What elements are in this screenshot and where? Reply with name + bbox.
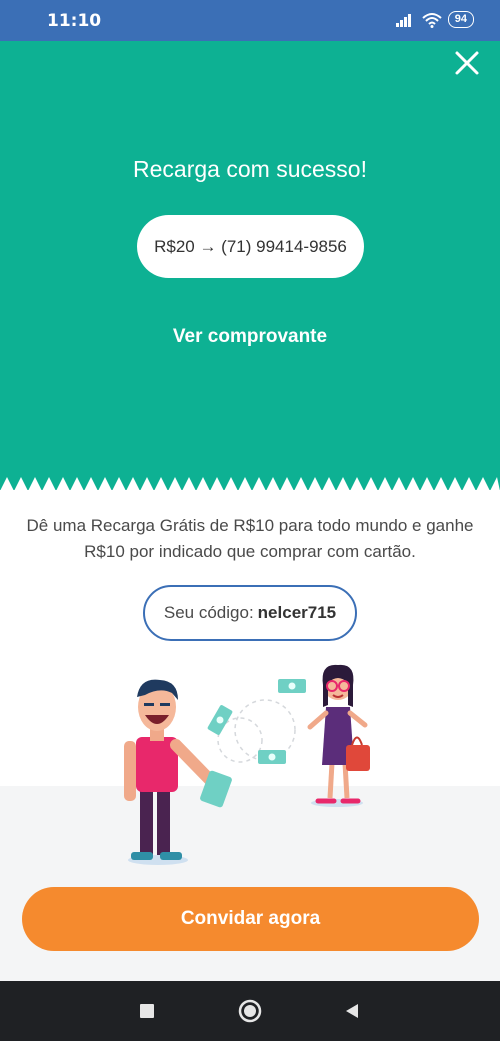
referral-code-label: Seu código:: [163, 603, 254, 622]
status-bar: 11:10 94: [0, 0, 500, 41]
success-title: Recarga com sucesso!: [133, 156, 367, 182]
referral-illustration: [124, 664, 370, 865]
signal-icon: [395, 13, 411, 27]
referral-text: Dê uma Recarga Grátis de R$10 para todo …: [26, 516, 474, 561]
wifi-icon: [422, 12, 442, 28]
man-figure: [124, 679, 232, 865]
recharge-summary: R$20 → (71) 99414-9856: [137, 215, 364, 278]
battery-icon: 94: [447, 11, 474, 28]
close-icon[interactable]: [454, 50, 480, 76]
system-nav-bar: [0, 981, 500, 1041]
status-time: 11:10: [47, 11, 102, 31]
back-icon[interactable]: [340, 999, 364, 1023]
view-receipt-link[interactable]: Ver comprovante: [0, 326, 500, 348]
recent-apps-icon[interactable]: [135, 999, 159, 1023]
woman-figure: [307, 664, 370, 807]
zigzag-divider: [0, 477, 500, 491]
home-icon[interactable]: [238, 999, 262, 1023]
success-header: Recarga com sucesso! R$20 → (71) 99414-9…: [0, 41, 500, 490]
status-icons: 94: [395, 11, 474, 28]
referral-code[interactable]: Seu código: nelcer715: [143, 585, 357, 641]
invite-now-button[interactable]: Convidar agora: [22, 887, 479, 951]
referral-code-value: nelcer715: [257, 603, 337, 622]
